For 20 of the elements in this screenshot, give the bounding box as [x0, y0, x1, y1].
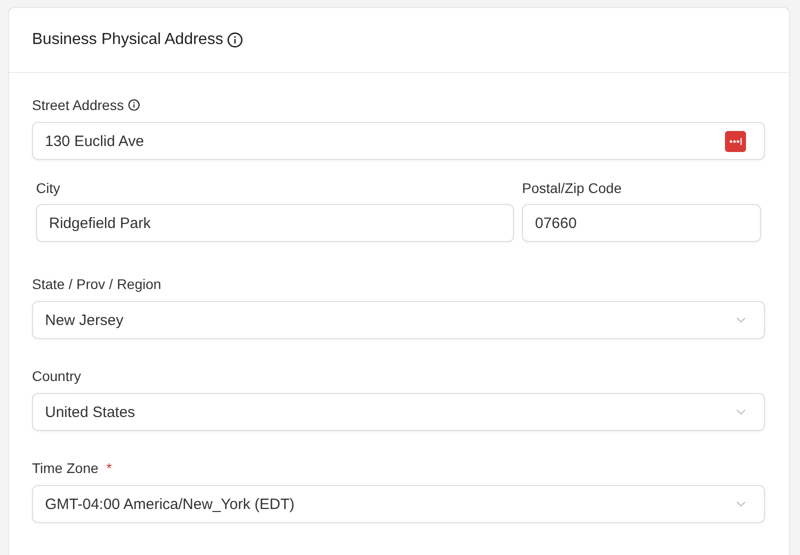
info-icon[interactable] [227, 32, 244, 48]
select-dropdown[interactable]: New Jersey [32, 301, 765, 339]
field-label: Time Zone [32, 459, 98, 478]
card-title: Business Physical Address [32, 31, 224, 49]
info-icon[interactable] [128, 99, 140, 111]
city-field[interactable]: Ridgefield Park [36, 204, 514, 242]
chevron-down-icon [736, 501, 746, 507]
field-label: Postal/Zip Code [522, 179, 623, 198]
password-manager-icon[interactable] [725, 130, 746, 152]
field-label: City [36, 179, 62, 198]
select-dropdown[interactable]: GMT-04:00 America/New_York (EDT) [32, 485, 765, 523]
field-label: State / Prov / Region [32, 275, 162, 294]
field-label: Country [32, 367, 82, 386]
required-mark: * [106, 460, 112, 476]
chevron-down-icon [736, 409, 746, 415]
select-dropdown[interactable]: United States [32, 393, 765, 431]
street-address-field[interactable]: 130 Euclid Ave [32, 122, 765, 160]
field-label: Street Address [32, 96, 124, 115]
chevron-down-icon [736, 317, 746, 323]
postal-code-field[interactable]: 07660 [522, 204, 761, 242]
